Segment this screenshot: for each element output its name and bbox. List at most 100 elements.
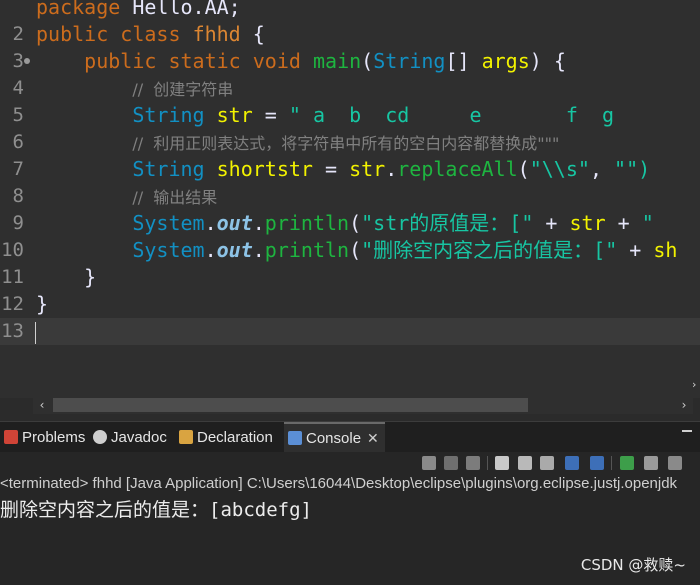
code-token: str	[216, 103, 253, 127]
tab-problems[interactable]: Problems	[0, 422, 89, 453]
code-token: ,	[589, 157, 615, 181]
tab-console[interactable]: Console ✕	[284, 422, 385, 453]
code-line[interactable]: 7 String shortstr = str.replaceAll("\\s"…	[0, 156, 700, 183]
code-token: (	[349, 238, 362, 262]
code-token: "	[641, 211, 654, 235]
tab-declaration[interactable]: Declaration	[175, 422, 277, 453]
code-line[interactable]: 6 // 利用正则表达式，将字符串中所有的空白内容都替换成"""	[0, 129, 700, 156]
code-text: System.out.println("str的原值是：[" + str + "	[36, 210, 654, 237]
code-token: println	[264, 238, 350, 262]
scroll-lock-icon[interactable]	[518, 456, 532, 470]
line-number: 10	[1, 239, 24, 261]
pin-console-icon[interactable]	[620, 456, 634, 470]
problems-icon	[4, 430, 18, 444]
scrollbar-thumb[interactable]	[53, 398, 528, 412]
code-line[interactable]: package Hello.AA;	[0, 0, 700, 21]
horizontal-scrollbar[interactable]: ‹ ›	[33, 396, 693, 414]
code-token: String	[132, 157, 205, 181]
tab-label: Declaration	[197, 429, 273, 446]
code-line[interactable]: 5 String str = " a b cd e f g	[0, 102, 700, 129]
code-text: // 输出结果	[36, 183, 217, 211]
tab-label: Problems	[22, 429, 86, 446]
code-token: out	[216, 211, 253, 235]
code-line[interactable]: 13	[0, 318, 700, 345]
code-token: .	[204, 211, 217, 235]
terminate-icon[interactable]	[422, 456, 436, 470]
at-icon	[93, 430, 107, 444]
code-text: public static void main(String[] args) {	[36, 48, 566, 75]
code-text: }	[36, 264, 96, 291]
console-output-area[interactable]: 删除空内容之后的值是：[abcdefg] CSDN @救赎~	[0, 495, 700, 585]
code-line[interactable]: 11 }	[0, 264, 700, 291]
code-token: println	[264, 211, 350, 235]
code-line[interactable]: 8 // 输出结果	[0, 183, 700, 210]
code-token: void	[252, 49, 301, 73]
code-token: .	[204, 238, 217, 262]
tab-label: Console	[306, 430, 362, 447]
remove-launch-icon[interactable]	[444, 456, 458, 470]
code-token: sh	[653, 238, 678, 262]
code-line[interactable]: 3 public static void main(String[] args)…	[0, 48, 700, 75]
code-line[interactable]: 12}	[0, 291, 700, 318]
show-on-stdout-icon[interactable]	[565, 456, 579, 470]
show-on-stderr-icon[interactable]	[590, 456, 604, 470]
open-console-icon[interactable]	[668, 456, 682, 470]
code-token: .	[252, 211, 265, 235]
code-token: static	[168, 49, 241, 73]
close-icon[interactable]: ✕	[367, 430, 379, 446]
code-token: "删除空内容之后的值是：["	[361, 238, 618, 262]
code-text: // 利用正则表达式，将字符串中所有的空白内容都替换成"""	[36, 129, 559, 157]
code-token: fhhd	[192, 22, 241, 46]
declaration-icon	[179, 430, 193, 444]
console-icon	[288, 431, 302, 445]
code-token: .	[252, 238, 265, 262]
code-token: public	[84, 49, 157, 73]
line-number: 4	[12, 77, 24, 99]
code-line[interactable]: 9 System.out.println("str的原值是：[" + str +…	[0, 210, 700, 237]
clear-console-icon[interactable]	[495, 456, 509, 470]
code-line[interactable]: 4 // 创建字符串	[0, 75, 700, 102]
scroll-left-icon[interactable]: ‹	[33, 396, 51, 414]
line-number: 11	[1, 266, 24, 288]
code-text: package Hello.AA;	[36, 0, 241, 21]
code-token: String	[373, 49, 446, 73]
line-number: 5	[12, 104, 24, 126]
console-output-text: 删除空内容之后的值是：[abcdefg]	[0, 499, 312, 521]
word-wrap-icon[interactable]	[540, 456, 554, 470]
code-token: str	[569, 211, 606, 235]
tab-label: Javadoc	[111, 429, 167, 446]
code-token: +	[617, 238, 654, 262]
code-token: +	[533, 211, 570, 235]
remove-all-icon[interactable]	[466, 456, 480, 470]
code-token: "")	[614, 157, 651, 181]
code-token: }	[36, 292, 49, 316]
code-token: =	[252, 103, 289, 127]
line-number: 6	[12, 131, 24, 153]
line-number: 7	[12, 158, 24, 180]
code-line[interactable]: 2 public class fhhd {	[0, 21, 700, 48]
code-text: }	[36, 291, 48, 318]
minimize-icon[interactable]	[682, 430, 692, 432]
watermark: CSDN @救赎~	[580, 556, 686, 574]
scroll-down-icon[interactable]: ›	[692, 378, 700, 392]
fold-marker-icon[interactable]	[24, 58, 30, 64]
code-token: // 输出结果	[132, 188, 218, 207]
code-line[interactable]: 10 System.out.println("删除空内容之后的值是：[" + s…	[0, 237, 700, 264]
tab-javadoc[interactable]: Javadoc	[89, 422, 171, 453]
code-token: (	[517, 157, 530, 181]
panel-tab-bar: Problems Javadoc Declaration Console ✕	[0, 421, 700, 453]
scroll-right-icon[interactable]: ›	[675, 396, 693, 414]
code-editor[interactable]: package Hello.AA; 2 public class fhhd {3 p…	[0, 0, 700, 398]
code-text: String shortstr = str.replaceAll("\\s", …	[36, 156, 650, 183]
display-console-icon[interactable]	[644, 456, 658, 470]
